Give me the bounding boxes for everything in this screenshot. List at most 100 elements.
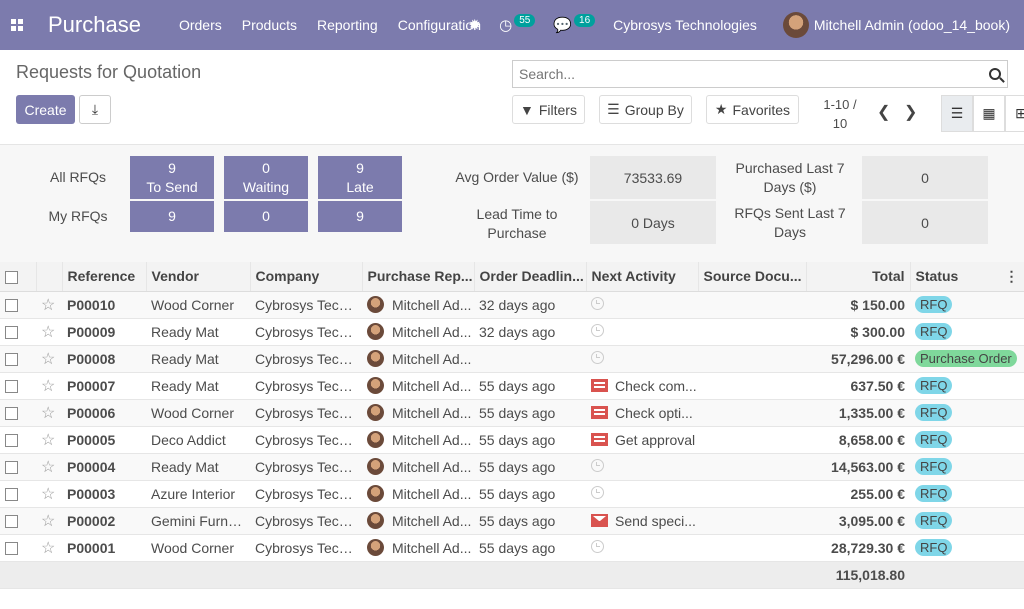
table-row[interactable]: ☆ P00004 Ready Mat Cybrosys Tech... Mitchell… (0, 453, 1024, 481)
row-checkbox[interactable] (0, 318, 36, 346)
filters-button[interactable]: ▼ Filters (512, 95, 585, 124)
row-checkbox[interactable] (0, 345, 36, 373)
table-row[interactable]: ☆ P00005 Deco Addict Cybrosys Tech... Mitche… (0, 426, 1024, 454)
menu-reporting[interactable]: Reporting (317, 17, 378, 33)
clock-icon[interactable] (591, 296, 604, 310)
table-row[interactable]: ☆ P00006 Wood Corner Cybrosys Tech... Mitche… (0, 399, 1024, 427)
list-view-button[interactable]: ☰ (941, 95, 973, 132)
row-checkbox[interactable] (0, 372, 36, 400)
app-brand[interactable]: Purchase (48, 12, 141, 38)
star-outline-icon[interactable]: ☆ (41, 297, 55, 314)
todo-list-icon[interactable] (591, 379, 608, 392)
table-row[interactable]: ☆ P00003 Azure Interior Cybrosys Tech... Mit… (0, 480, 1024, 508)
clock-icon[interactable] (591, 323, 604, 337)
apps-menu-icon[interactable] (0, 0, 34, 50)
kanban-view-button[interactable]: ▦ (973, 95, 1005, 132)
my-waiting-tile[interactable]: 0 (224, 201, 308, 232)
row-star[interactable]: ☆ (36, 345, 62, 373)
search-icon[interactable] (989, 68, 1001, 80)
cell-vendor: Ready Mat (146, 345, 250, 373)
todo-list-icon[interactable] (591, 406, 608, 419)
cell-order-deadline: 32 days ago (474, 318, 586, 346)
table-row[interactable]: ☆ P00008 Ready Mat Cybrosys Tech... Mitchell… (0, 345, 1024, 373)
activity-summary: Check com... (615, 377, 697, 394)
star-outline-icon[interactable]: ☆ (41, 378, 55, 395)
star-outline-icon[interactable]: ☆ (41, 324, 55, 341)
cell-vendor: Ready Mat (146, 318, 250, 346)
pager-previous-icon[interactable]: ❮ (877, 102, 890, 122)
select-all-checkbox[interactable] (0, 262, 37, 292)
search-input[interactable] (519, 66, 989, 82)
table-row[interactable]: ☆ P00009 Ready Mat Cybrosys Tech... Mitchell… (0, 318, 1024, 346)
status-badge: RFQ (915, 377, 953, 394)
row-checkbox[interactable] (0, 426, 36, 454)
column-vendor[interactable]: Vendor (146, 262, 251, 292)
row-checkbox[interactable] (0, 453, 36, 481)
todo-list-icon[interactable] (591, 433, 608, 446)
my-late-tile[interactable]: 9 (318, 201, 402, 232)
avg-order-value: 73533.69 (590, 156, 716, 199)
activity-summary: Send speci... (615, 512, 696, 529)
star-outline-icon[interactable]: ☆ (41, 540, 55, 557)
row-star[interactable]: ☆ (36, 507, 62, 535)
column-status[interactable]: Status ⋮ (910, 262, 1024, 292)
star-outline-icon[interactable]: ☆ (41, 432, 55, 449)
column-company[interactable]: Company (250, 262, 363, 292)
row-checkbox[interactable] (0, 399, 36, 427)
column-purchase-rep[interactable]: Purchase Rep... (362, 262, 475, 292)
row-star[interactable]: ☆ (36, 480, 62, 508)
to-send-tile[interactable]: 9 To Send (130, 156, 214, 199)
column-next-activity[interactable]: Next Activity (586, 262, 699, 292)
clock-icon[interactable] (591, 458, 604, 472)
rep-avatar (367, 296, 384, 313)
pager-next-icon[interactable]: ❯ (904, 102, 917, 122)
row-star[interactable]: ☆ (36, 399, 62, 427)
row-star[interactable]: ☆ (36, 372, 62, 400)
row-checkbox[interactable] (0, 291, 36, 319)
star-outline-icon[interactable]: ☆ (41, 405, 55, 422)
messages-chat-icon[interactable]: 💬 16 (553, 13, 596, 34)
pivot-view-button[interactable]: ⊞ (1005, 95, 1024, 132)
column-reference[interactable]: Reference (62, 262, 147, 292)
download-button[interactable]: ⤓ (79, 95, 111, 124)
column-total[interactable]: Total (806, 262, 911, 292)
row-star[interactable]: ☆ (36, 453, 62, 481)
star-outline-icon[interactable]: ☆ (41, 513, 55, 530)
row-star[interactable]: ☆ (36, 318, 62, 346)
late-tile[interactable]: 9 Late (318, 156, 402, 199)
row-star[interactable]: ☆ (36, 291, 62, 319)
clock-icon[interactable] (591, 485, 604, 499)
table-row[interactable]: ☆ P00002 Gemini Furniture Cybrosys Tech... M… (0, 507, 1024, 535)
row-star[interactable]: ☆ (36, 534, 62, 562)
star-outline-icon[interactable]: ☆ (41, 459, 55, 476)
pager-value[interactable]: 1-10 /10 (820, 95, 860, 133)
waiting-tile[interactable]: 0 Waiting (224, 156, 308, 199)
create-button[interactable]: Create (16, 95, 75, 124)
menu-products[interactable]: Products (242, 17, 297, 33)
table-row[interactable]: ☆ P00001 Wood Corner Cybrosys Tech... Mitche… (0, 534, 1024, 562)
debug-bug-icon[interactable]: ✹ (469, 16, 482, 34)
star-outline-icon[interactable]: ☆ (41, 486, 55, 503)
row-checkbox[interactable] (0, 534, 36, 562)
row-star[interactable]: ☆ (36, 426, 62, 454)
row-checkbox[interactable] (0, 480, 36, 508)
activity-clock-icon[interactable]: ◷ 55 (499, 13, 536, 34)
row-checkbox[interactable] (0, 507, 36, 535)
optional-columns-icon[interactable]: ⋮ (1005, 268, 1019, 285)
my-to-send-tile[interactable]: 9 (130, 201, 214, 232)
table-row[interactable]: ☆ P00007 Ready Mat Cybrosys Tech... Mitchell… (0, 372, 1024, 400)
star-outline-icon[interactable]: ☆ (41, 351, 55, 368)
table-row[interactable]: ☆ P00010 Wood Corner Cybrosys Tech... Mitche… (0, 291, 1024, 319)
column-source-document[interactable]: Source Docu... (698, 262, 807, 292)
cell-company: Cybrosys Tech... (250, 345, 362, 373)
menu-orders[interactable]: Orders (179, 17, 222, 33)
group-by-icon: ☰ (607, 101, 620, 117)
clock-icon[interactable] (591, 350, 604, 364)
envelope-icon[interactable] (591, 514, 608, 527)
user-menu[interactable]: Mitchell Admin (odoo_14_book) (782, 12, 1010, 38)
group-by-button[interactable]: ☰ Group By (599, 95, 692, 124)
column-order-deadline[interactable]: Order Deadlin... (474, 262, 587, 292)
company-switcher[interactable]: Cybrosys Technologies (613, 17, 757, 33)
favorites-button[interactable]: ★ Favorites (706, 95, 799, 124)
clock-icon[interactable] (591, 539, 604, 553)
